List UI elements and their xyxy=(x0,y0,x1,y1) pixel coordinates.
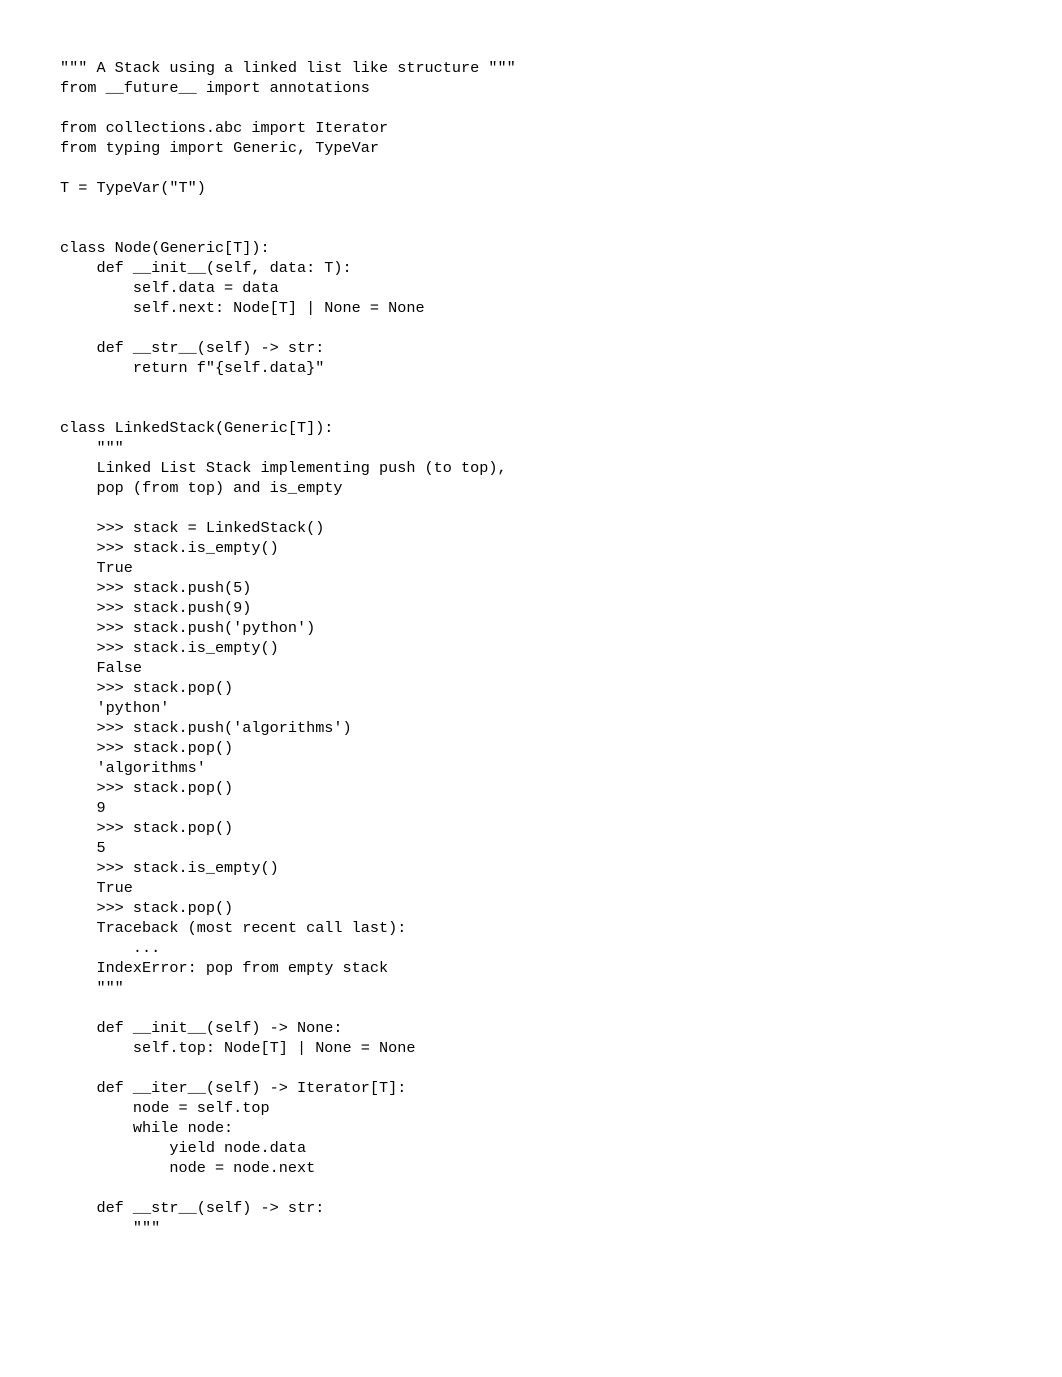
code-block: """ A Stack using a linked list like str… xyxy=(60,58,1022,1238)
code-page: """ A Stack using a linked list like str… xyxy=(0,0,1062,1377)
